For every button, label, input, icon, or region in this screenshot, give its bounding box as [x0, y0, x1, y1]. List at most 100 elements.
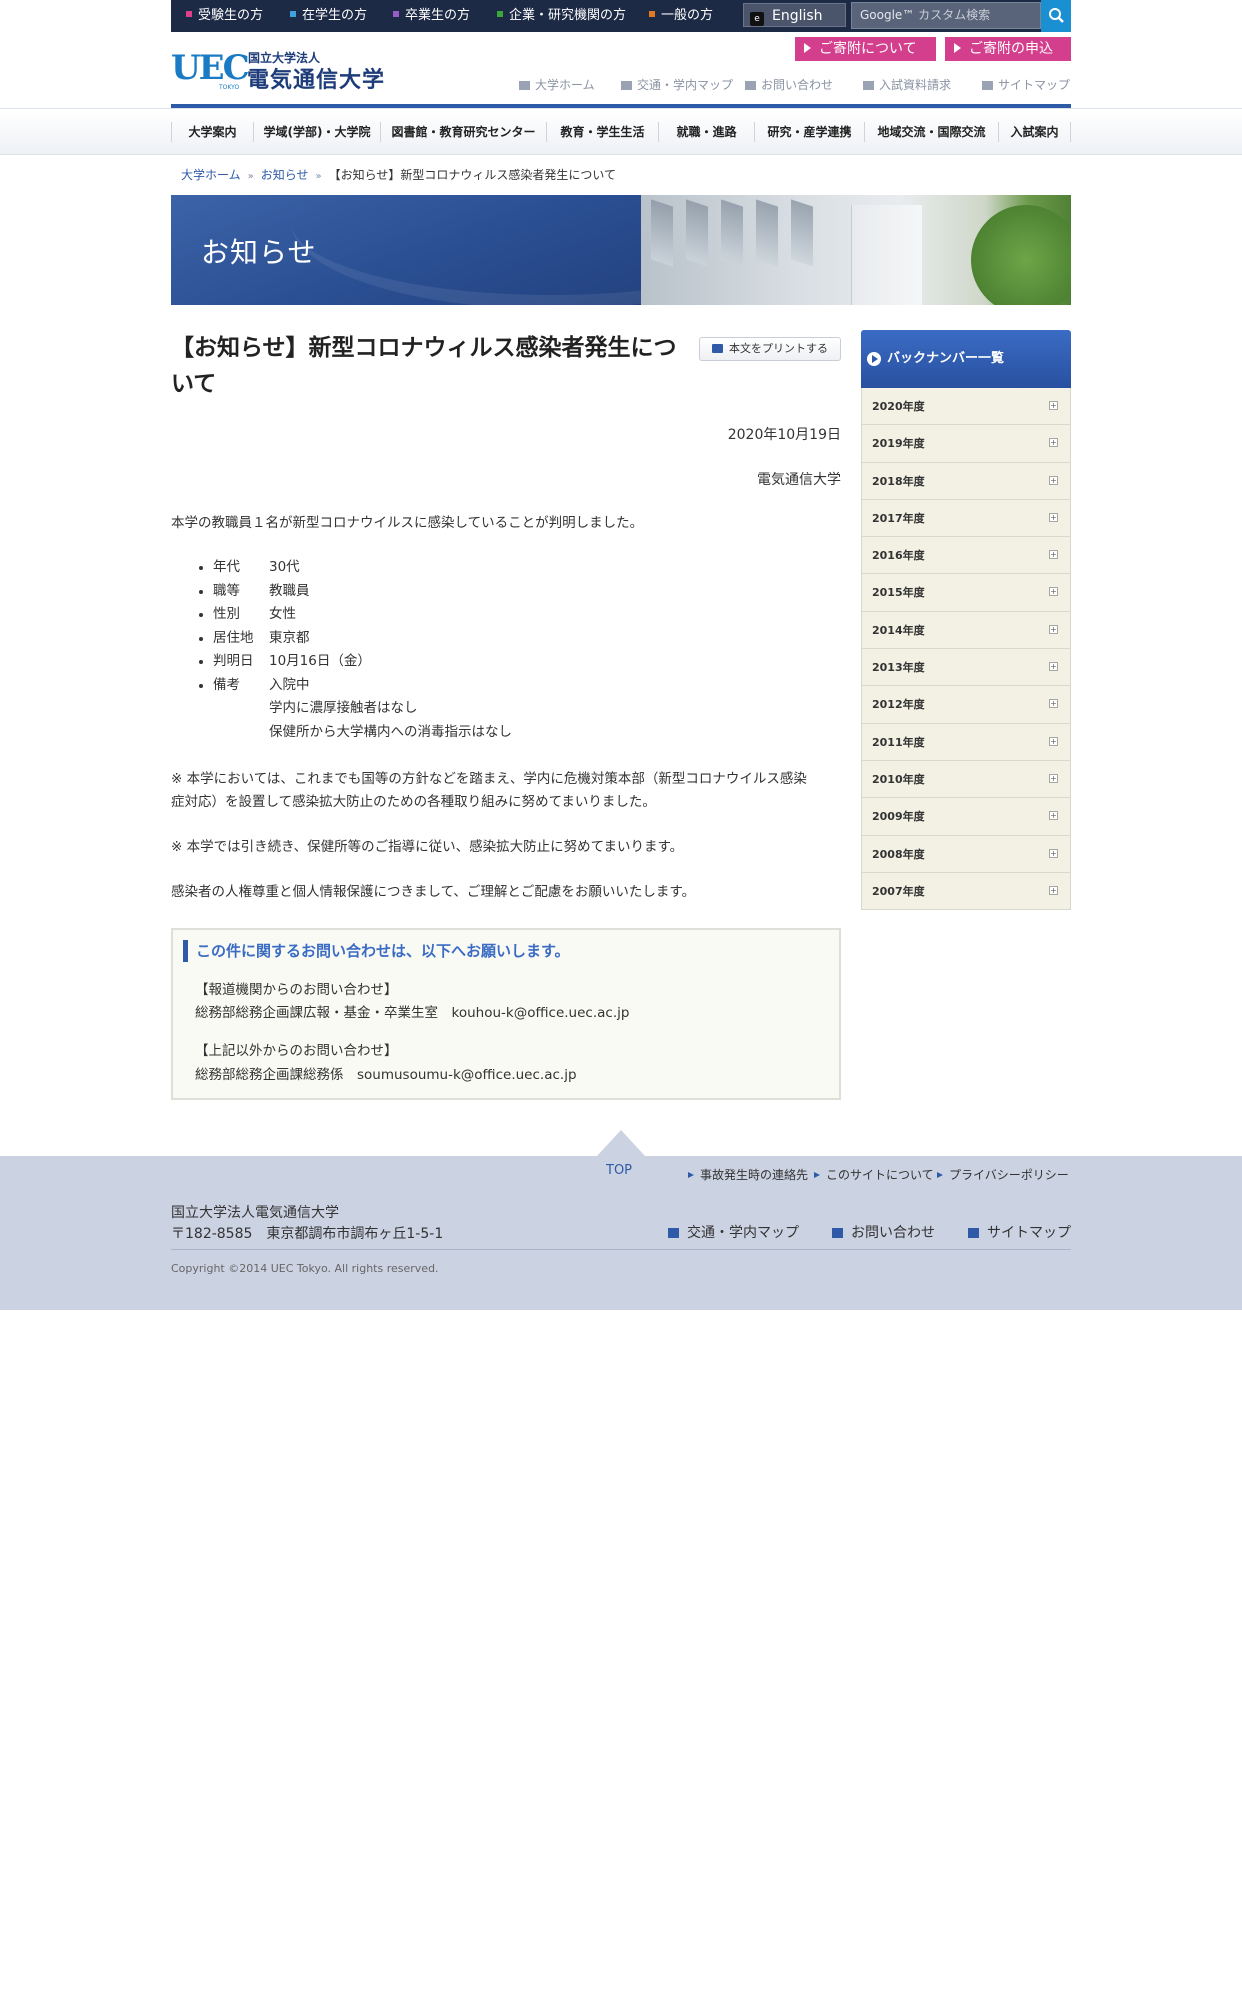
case-details-list: 年代 30代 職等 教職員 性別 女性 居住地 東京都 判明日 10月16日（金） 備考入… [199, 556, 512, 744]
footer-link-privacy[interactable]: プライバシーポリシー [937, 1166, 1069, 1183]
home-icon [519, 81, 530, 90]
audience-link-alumni[interactable]: 卒業生の方 [393, 0, 470, 32]
breadcrumb-home[interactable]: 大学ホーム [181, 168, 241, 182]
contact-press-label: 【報道機関からのお問い合わせ】 [195, 982, 398, 998]
search-input[interactable]: Google™ カスタム検索 [851, 2, 1041, 29]
arrow-circle-icon [867, 352, 881, 366]
sidebar-heading: バックナンバー一覧 [861, 330, 1071, 388]
footer-link-sitemap[interactable]: サイトマップ [968, 1222, 1071, 1242]
footer-link-emergency[interactable]: 事故発生時の連絡先 [688, 1166, 808, 1183]
util-link-admission-materials[interactable]: 入試資料請求 [863, 77, 951, 93]
sidebar-year-item[interactable]: 2018年度 + [861, 462, 1071, 500]
audience-link-general[interactable]: 一般の方 [649, 0, 713, 32]
footer-address: 〒182-8585 東京都調布市調布ヶ丘1-5-1 [171, 1226, 444, 1242]
square-icon [497, 11, 503, 17]
sidebar-year-item[interactable]: 2019年度 + [861, 425, 1071, 463]
util-link-contact[interactable]: お問い合わせ [745, 77, 833, 93]
triangle-right-icon [688, 1172, 694, 1178]
contact-other-label: 【上記以外からのお問い合わせ】 [195, 1043, 398, 1059]
nav-item-research[interactable]: 研究・産学連携 [754, 122, 864, 142]
play-icon [954, 43, 961, 53]
donation-apply-button[interactable]: ご寄附の申込 [945, 37, 1071, 61]
util-link-access-map[interactable]: 交通・学内マップ [621, 77, 733, 93]
top-audience-bar: 受験生の方 在学生の方 卒業生の方 企業・研究機関の方 一般の方 e Englis… [171, 0, 1071, 32]
sidebar-year-label: 2011年度 [872, 735, 925, 749]
nav-item-faculties[interactable]: 学域(学部)・大学院 [253, 122, 380, 142]
nav-item-career[interactable]: 就職・進路 [658, 122, 754, 142]
article-closing: 感染者の人権尊重と個人情報保護につきまして、ご理解とご配慮をお願いいたします。 [171, 884, 696, 900]
nav-item-library[interactable]: 図書館・教育研究センター [380, 122, 546, 142]
list-item: 居住地 東京都 [199, 627, 512, 651]
nav-item-regional[interactable]: 地域交流・国際交流 [864, 122, 998, 142]
audience-link-companies[interactable]: 企業・研究機関の方 [497, 0, 626, 32]
footer-link-contact[interactable]: お問い合わせ [832, 1222, 935, 1242]
printer-icon [712, 344, 723, 353]
sidebar-year-label: 2015年度 [872, 586, 925, 600]
chevron-right-icon: » [247, 171, 254, 182]
sidebar-year-item[interactable]: 2015年度 + [861, 574, 1071, 612]
sidebar-year-item[interactable]: 2016年度 + [861, 537, 1071, 575]
expand-icon: + [1049, 550, 1058, 560]
sidebar-year-item[interactable]: 2011年度 + [861, 723, 1071, 761]
util-link-home[interactable]: 大学ホーム [519, 77, 595, 93]
article-title: 【お知らせ】新型コロナウィルス感染者発生について [171, 335, 677, 397]
sidebar-year-item[interactable]: 2017年度 + [861, 499, 1071, 538]
sidebar-year-label: 2007年度 [872, 884, 925, 898]
back-to-top-button[interactable] [597, 1130, 645, 1160]
expand-icon: + [1049, 512, 1058, 522]
sidebar-year-item[interactable]: 2010年度 + [861, 760, 1071, 799]
sidebar-year-label: 2010年度 [872, 772, 925, 786]
expand-icon: + [1049, 885, 1058, 895]
sidebar-year-label: 2012年度 [872, 698, 925, 712]
header-divider-light [0, 108, 1242, 109]
footer-link-about-site[interactable]: このサイトについて [814, 1166, 934, 1183]
expand-icon: + [1049, 662, 1058, 672]
article-org: 電気通信大学 [757, 472, 841, 488]
list-item: 備考 入院中 学内に濃厚接触者はなし 保健所から大学構内への消毒指示はなし [199, 674, 512, 745]
document-icon [863, 81, 874, 90]
sidebar-year-label: 2009年度 [872, 810, 925, 824]
sidebar-year-item[interactable]: 2020年度 + [861, 388, 1071, 426]
footer-org-name: 国立大学法人電気通信大学 [171, 1205, 339, 1221]
footer-divider [171, 1249, 1071, 1250]
sidebar-year-item[interactable]: 2012年度 + [861, 686, 1071, 724]
sidebar-year-item[interactable]: 2009年度 + [861, 798, 1071, 836]
logo-title: 電気通信大学 [247, 68, 386, 93]
sidebar-year-label: 2014年度 [872, 623, 925, 637]
expand-icon: + [1049, 438, 1058, 448]
back-to-top-label[interactable]: TOP [606, 1163, 632, 1178]
sidebar-year-item[interactable]: 2008年度 + [861, 835, 1071, 873]
breadcrumb-news[interactable]: お知らせ [261, 168, 309, 182]
mail-icon [745, 81, 756, 90]
expand-icon: + [1049, 624, 1058, 634]
triangle-right-icon [814, 1172, 820, 1178]
donation-info-button[interactable]: ご寄附について [795, 37, 936, 61]
english-button[interactable]: e English [743, 3, 846, 27]
footer-link-access-map[interactable]: 交通・学内マップ [668, 1222, 799, 1242]
sidebar-year-item[interactable]: 2014年度 + [861, 611, 1071, 650]
sidebar-year-label: 2016年度 [872, 549, 925, 563]
audience-link-prospective[interactable]: 受験生の方 [186, 0, 263, 32]
audience-link-students[interactable]: 在学生の方 [290, 0, 367, 32]
article-note-1: ※ 本学においては、これまでも国等の方針などを踏まえ、学内に危機対策本部（新型コ… [171, 771, 807, 810]
square-icon [290, 11, 296, 17]
university-logo[interactable]: UEC TOKYO 国立大学法人 電気通信大学 [171, 48, 411, 94]
mail-icon [832, 1228, 843, 1238]
article-note-2: ※ 本学では引き続き、保健所等のご指導に従い、感染拡大防止に努めてまいります。 [171, 839, 684, 855]
train-icon [621, 81, 632, 90]
sidebar-year-item[interactable]: 2013年度 + [861, 649, 1071, 687]
list-item: 判明日 10月16日（金） [199, 650, 512, 674]
breadcrumb: 大学ホーム » お知らせ » 【お知らせ】新型コロナウィルス感染者発生について [181, 166, 616, 183]
nav-item-admissions[interactable]: 入試案内 [998, 122, 1071, 142]
sidebar-year-item[interactable]: 2007年度 + [861, 872, 1071, 911]
sitemap-icon [982, 81, 993, 90]
expand-icon: + [1049, 401, 1058, 410]
util-link-sitemap[interactable]: サイトマップ [982, 77, 1070, 93]
breadcrumb-current: 【お知らせ】新型コロナウィルス感染者発生について [328, 168, 617, 182]
search-button[interactable] [1041, 0, 1071, 32]
print-button[interactable]: 本文をプリントする [699, 337, 841, 361]
nav-item-education[interactable]: 教育・学生生活 [546, 122, 658, 142]
train-icon [668, 1228, 679, 1238]
nav-item-about[interactable]: 大学案内 [171, 122, 253, 142]
chevron-up-icon [597, 1130, 645, 1156]
